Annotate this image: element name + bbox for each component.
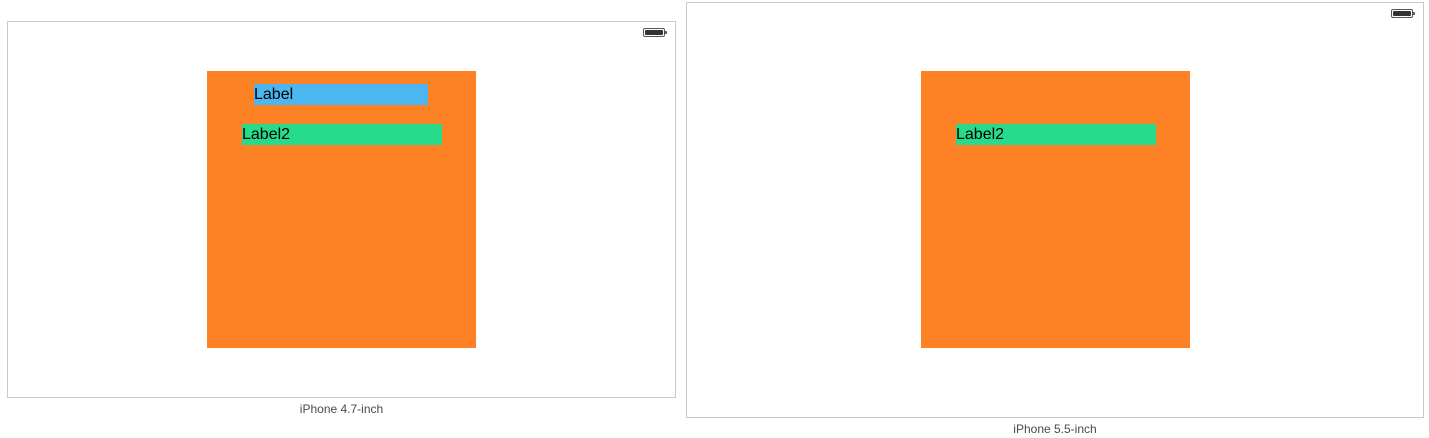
- orange-container-view[interactable]: Label Label2: [207, 71, 476, 348]
- orange-container-view[interactable]: Label2: [921, 71, 1190, 348]
- battery-icon: [1391, 9, 1415, 18]
- battery-level-fill: [1393, 11, 1411, 16]
- battery-icon: [643, 28, 667, 37]
- device-caption: iPhone 5.5-inch: [1013, 422, 1097, 436]
- device-caption: iPhone 4.7-inch: [299, 402, 384, 416]
- device-preview-iphone-5-5-inch[interactable]: Label2: [686, 2, 1424, 418]
- battery-level-fill: [645, 30, 663, 35]
- battery-nub: [665, 31, 667, 34]
- label2-view[interactable]: Label2: [956, 124, 1156, 145]
- battery-nub: [1413, 12, 1415, 15]
- device-preview-iphone-4-7-inch[interactable]: Label Label2: [7, 21, 676, 398]
- label2-view[interactable]: Label2: [242, 124, 442, 145]
- label-view[interactable]: Label: [254, 84, 428, 105]
